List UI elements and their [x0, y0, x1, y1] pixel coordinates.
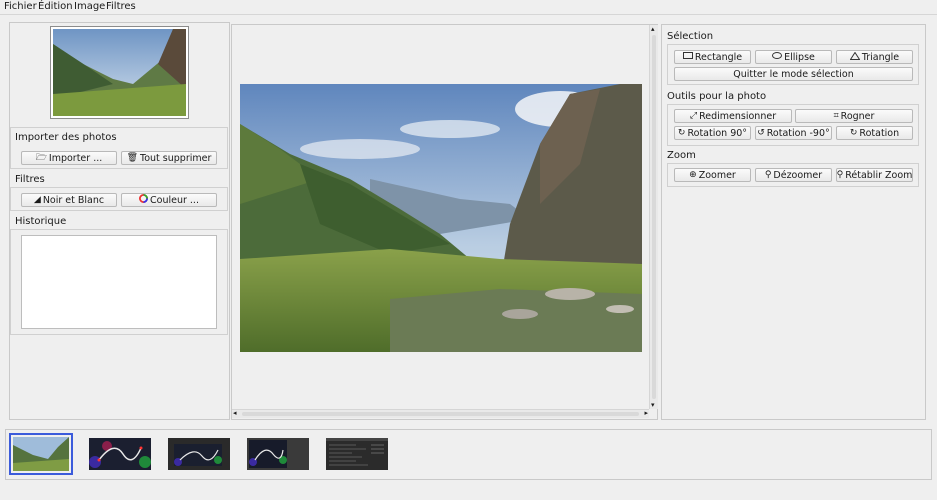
delete-all-button-label: Tout supprimer [140, 152, 212, 164]
crop-button-label: Rogner [840, 110, 875, 122]
thumbnail-5[interactable] [326, 438, 388, 470]
folder-open-icon: 🗁 [35, 152, 47, 163]
thumbnail-2[interactable] [89, 438, 151, 470]
rotate-clockwise-icon: ↻ [677, 127, 686, 138]
color-button-label: Couleur ... [150, 194, 199, 206]
thumbnail-3[interactable] [168, 438, 230, 470]
thumbnail-4[interactable] [247, 438, 309, 470]
thumbnail-image [247, 438, 309, 470]
quit-selection-button[interactable]: Quitter le mode sélection [674, 67, 913, 81]
black-white-button-label: Noir et Blanc [42, 194, 105, 206]
main-landscape-image [240, 84, 642, 352]
thumbnail-image [326, 438, 388, 470]
resize-icon: ⤢ [689, 110, 698, 121]
rotation-button-label: Rotation [859, 127, 900, 139]
zoom-in-icon: ⊕ [689, 169, 697, 180]
triangle-button-label: Triangle [861, 51, 900, 63]
selection-title: Sélection [667, 31, 714, 42]
horizontal-scrollbar[interactable]: ◂ ▸ [232, 409, 649, 418]
zoom-out-button[interactable]: ⚲ Dézoomer [755, 168, 832, 182]
trash-icon: 🗑 [126, 152, 139, 163]
scroll-left-icon[interactable]: ◂ [233, 409, 237, 417]
preview-thumbnail [50, 26, 189, 119]
rotation-button[interactable]: ↻ Rotation [836, 126, 913, 140]
delete-all-button[interactable]: 🗑 Tout supprimer [121, 151, 217, 165]
crop-icon: ⌗ [833, 110, 839, 121]
rectangle-button-label: Rectangle [694, 51, 743, 63]
ellipse-button[interactable]: Ellipse [755, 50, 832, 64]
rectangle-button[interactable]: Rectangle [674, 50, 751, 64]
rotate-counterclockwise-icon: ↺ [757, 127, 765, 138]
rectangle-icon [682, 52, 693, 62]
color-button[interactable]: Couleur ... [121, 193, 217, 207]
rotate-90-button[interactable]: ↻ Rotation 90° [674, 126, 751, 140]
triangle-button[interactable]: Triangle [836, 50, 913, 64]
rotate-minus-90-button-label: Rotation -90° [766, 127, 830, 139]
thumbnail-image [89, 438, 151, 470]
main-photo [240, 84, 642, 352]
zoom-in-button[interactable]: ⊕ Zoomer [674, 168, 751, 182]
zoom-title: Zoom [667, 150, 696, 161]
thumbnail-image [168, 438, 230, 470]
preview-landscape-image [53, 29, 186, 116]
thumbnail-image [13, 437, 69, 471]
zoom-reset-button-label: Rétablir Zoom [845, 169, 913, 181]
zoom-in-button-label: Zoomer [698, 169, 736, 181]
menu-bar: Fichier Édition Image Filtres [0, 0, 937, 15]
crop-button[interactable]: ⌗ Rogner [795, 109, 913, 123]
thumbnail-landscape-selected[interactable] [9, 433, 73, 475]
rotate-90-button-label: Rotation 90° [687, 127, 748, 139]
scroll-up-icon[interactable]: ▴ [651, 25, 655, 33]
scroll-down-icon[interactable]: ▾ [651, 401, 655, 409]
magnifier-icon: ⚲ [764, 169, 772, 180]
black-white-button[interactable]: ◢ Noir et Blanc [21, 193, 117, 207]
import-title: Importer des photos [15, 132, 117, 143]
filters-title: Filtres [15, 174, 45, 185]
rotate-icon: ↻ [849, 127, 858, 138]
ellipse-button-label: Ellipse [784, 51, 815, 63]
vertical-scrollbar[interactable]: ▴ ▾ [649, 25, 658, 409]
import-button-label: Importer ... [48, 152, 103, 164]
history-title: Historique [15, 216, 67, 227]
menu-edition[interactable]: Édition [38, 1, 73, 12]
zoom-reset-button[interactable]: ⚲ Rétablir Zoom [836, 168, 913, 182]
tools-title: Outils pour la photo [667, 91, 767, 102]
menu-image[interactable]: Image [74, 1, 105, 12]
black-white-filter-icon: ◢ [33, 194, 41, 205]
import-button[interactable]: 🗁 Importer ... [21, 151, 117, 165]
menu-fichier[interactable]: Fichier [4, 1, 37, 12]
color-wheel-icon [139, 194, 149, 206]
vertical-scroll-thumb[interactable] [652, 35, 656, 399]
triangle-icon [849, 51, 861, 63]
magnifier-reset-icon: ⚲ [836, 169, 844, 180]
zoom-out-button-label: Dézoomer [773, 169, 823, 181]
history-list[interactable] [21, 235, 217, 329]
rotate-minus-90-button[interactable]: ↺ Rotation -90° [755, 126, 832, 140]
resize-button-label: Redimensionner [699, 110, 777, 122]
quit-selection-button-label: Quitter le mode sélection [733, 68, 854, 80]
horizontal-scroll-thumb[interactable] [242, 412, 639, 416]
resize-button[interactable]: ⤢ Redimensionner [674, 109, 792, 123]
scroll-right-icon[interactable]: ▸ [644, 409, 648, 417]
menu-filtres[interactable]: Filtres [106, 1, 136, 12]
ellipse-icon [772, 52, 783, 62]
